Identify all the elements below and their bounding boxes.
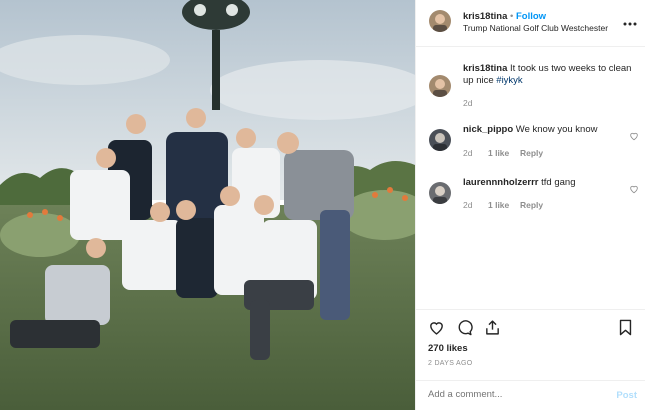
author-avatar[interactable] — [429, 10, 451, 32]
bookmark-icon[interactable] — [618, 319, 633, 341]
heart-outline-icon[interactable] — [629, 128, 639, 141]
caption-username[interactable]: kris18tina — [463, 63, 507, 74]
reply-button[interactable]: Reply — [520, 200, 543, 210]
location-link[interactable]: Trump National Golf Club Westchester — [463, 23, 608, 33]
caption-time: 2d — [463, 98, 473, 108]
caption-text: kris18tina It took us two weeks to clean… — [463, 63, 635, 87]
post-date: 2 DAYS AGO — [428, 360, 473, 367]
comment-time: 2d — [463, 148, 473, 158]
action-bar: 270 likes 2 DAYS AGO — [416, 309, 645, 380]
post-sidebar: kris18tina • Follow Trump National Golf … — [415, 0, 645, 410]
comment-avatar[interactable] — [429, 129, 451, 151]
post-photo[interactable] — [0, 0, 415, 410]
comment-input[interactable] — [428, 389, 588, 400]
separator-dot: • — [510, 11, 514, 22]
comment-body: We know you know — [515, 124, 598, 135]
post-comment-button[interactable]: Post — [616, 390, 637, 401]
follow-button[interactable]: Follow — [516, 11, 546, 22]
comment-avatar[interactable] — [429, 182, 451, 204]
comment-time: 2d — [463, 200, 473, 210]
more-horizontal-icon[interactable] — [623, 14, 637, 32]
comment-username[interactable]: laurennnholzerrr — [463, 177, 539, 188]
caption-avatar[interactable] — [429, 75, 451, 97]
share-icon[interactable] — [484, 319, 501, 341]
comment-likes[interactable]: 1 like — [488, 148, 509, 158]
likes-count[interactable]: 270 likes — [428, 343, 468, 354]
comment-text: laurennnholzerrr tfd gang — [463, 177, 623, 188]
reply-button[interactable]: Reply — [520, 148, 543, 158]
comment-body: tfd gang — [541, 177, 576, 188]
comment-text: nick_pippo We know you know — [463, 124, 623, 135]
comment-username[interactable]: nick_pippo — [463, 124, 513, 135]
comment-icon[interactable] — [456, 319, 473, 341]
group-photo-image — [0, 0, 415, 410]
heart-icon[interactable] — [428, 319, 445, 341]
comment-likes[interactable]: 1 like — [488, 200, 509, 210]
comment-form: Post — [416, 380, 645, 411]
heart-outline-icon[interactable] — [629, 181, 639, 194]
caption-hashtag[interactable]: #iykyk — [496, 75, 522, 86]
author-username[interactable]: kris18tina — [463, 11, 507, 22]
post-header: kris18tina • Follow Trump National Golf … — [416, 0, 645, 47]
